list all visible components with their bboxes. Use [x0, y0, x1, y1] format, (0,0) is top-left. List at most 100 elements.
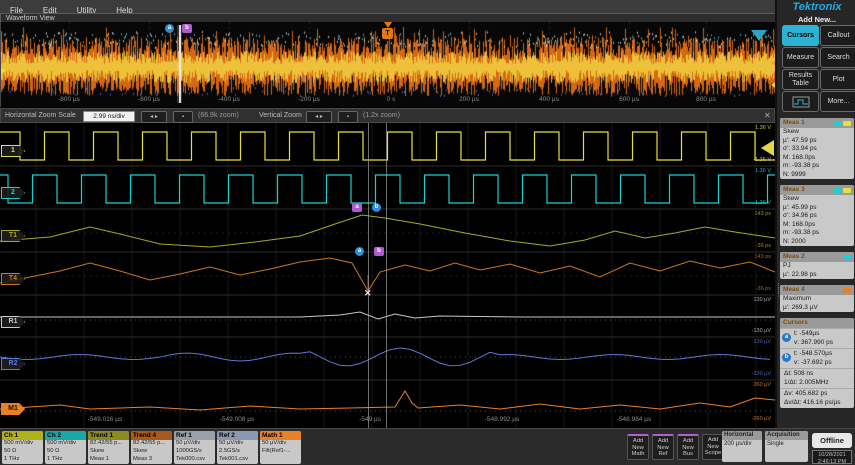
- cursor-readout-line: v: -37.692 ps: [794, 358, 832, 366]
- datetime-display: 10/28/2021 2:46:13 PM: [812, 450, 852, 465]
- meas-badge-3[interactable]: Meas 2 PJ µ': 22.98 ps: [780, 252, 854, 279]
- scale-label-bottom: -130 µV: [751, 371, 771, 377]
- cursor1-a-flag[interactable]: a: [352, 203, 362, 212]
- sidebar-button-callout[interactable]: Callout: [820, 25, 855, 46]
- horizontal-zoom-scale-input[interactable]: 2.99 ns/div: [83, 111, 135, 122]
- meas-source-chip: [833, 187, 841, 193]
- meas-badge-2[interactable]: Meas 3 Skew µ': 45.99 ps σ': 34.96 ps M: 168…: [780, 185, 854, 246]
- badge-setting-line: Filt(Ref1-...: [262, 447, 291, 454]
- meas-value-line: Skew: [783, 128, 799, 135]
- cursor-b-icon: b: [782, 353, 791, 362]
- badge-ch-1[interactable]: Ch 1 500 mV/div 50 Ω1 THz: [2, 431, 43, 464]
- badge-setting-line: Meas 3: [133, 455, 153, 462]
- sidebar-button-more-[interactable]: More...: [820, 91, 855, 112]
- main-axis-tick: -549.008 µs: [219, 416, 255, 423]
- add-new-scope-button[interactable]: Add New Scope: [702, 434, 724, 460]
- cursor-b-readout: b t: -548.570µs v: -37.692 ps: [780, 348, 854, 368]
- main-axis-tick: -548.992 µs: [484, 416, 520, 423]
- scale-label-bottom: -1.36 V: [753, 200, 771, 206]
- meas-value-line: µ': 45.99 ps: [783, 203, 817, 211]
- scale-label-top: 260 µV: [753, 382, 771, 388]
- meas-badge-title: Meas 4: [780, 285, 854, 295]
- meas-badge-4[interactable]: Meas 4 Maximum µ': 269.3 µV: [780, 285, 854, 312]
- overview-axis-tick: 600 µs: [619, 96, 639, 103]
- cursors-readout-badge[interactable]: Cursors a t: -549µs v: 367.990 ps b t: -548.5…: [780, 318, 854, 408]
- badge-title: Math 1: [260, 431, 301, 440]
- overview-cursor-b-flag[interactable]: b: [182, 24, 192, 33]
- badge-math-1[interactable]: Math 1 50 µV/div Filt(Ref1-...: [260, 431, 301, 464]
- badge-setting-line: Meas 1: [90, 455, 110, 462]
- add-new-ref-button[interactable]: Add New Ref: [652, 434, 674, 460]
- meas-source-chip: [843, 120, 851, 126]
- cursor2-b-flag[interactable]: b: [374, 247, 384, 256]
- vertical-zoom-factor: (1.2x zoom): [363, 112, 400, 119]
- horizontal-badge[interactable]: Horizontal 200 µs/div: [722, 431, 762, 462]
- meas-value-line: σ': 33.94 ps: [783, 145, 817, 152]
- sidebar-button-plot[interactable]: Plot: [820, 69, 855, 90]
- badge-setting-line: Skew: [133, 447, 148, 454]
- add-new-math-button[interactable]: Add New Math: [627, 434, 649, 460]
- meas-badge-1[interactable]: Meas 1 Skew µ': 47.59 ps σ': 33.94 ps M: 168…: [780, 118, 854, 179]
- main-axis-tick: -549.016 µs: [87, 416, 123, 423]
- badge-setting-line: 50 Ω: [4, 447, 17, 454]
- cursor1-b-flag[interactable]: b: [372, 203, 381, 212]
- waveform-traces: [0, 123, 776, 428]
- add-new-bus-button[interactable]: Add New Bus: [677, 434, 699, 460]
- trigger-marker[interactable]: T: [382, 28, 393, 39]
- badge-ch-2[interactable]: Ch 2 500 mV/div 50 Ω1 THz: [45, 431, 86, 464]
- meas-source-chip: [843, 287, 851, 293]
- badge-trend-4[interactable]: Trend 4 82.42/55 p... Skew Meas 3: [131, 431, 172, 464]
- badge-ref-1[interactable]: Ref 1 50 µV/div 1000GS/s Tek000.csv: [174, 431, 215, 464]
- meas-value-line: PJ: [783, 262, 791, 269]
- cursor-readout-line: t: -549µs: [794, 330, 820, 337]
- ch1-ground-marker-icon: [1, 58, 6, 64]
- overview-axis-tick: -800 µs: [58, 96, 80, 103]
- cursor-delta2-readout: Δv: 405.682 ps Δv/Δt: 416.16 ps/µs: [780, 388, 854, 408]
- sidebar-button-search[interactable]: Search: [820, 47, 855, 68]
- badge-ref-2[interactable]: Ref 2 50 µV/div 2.5GS/s Tek001.csv: [217, 431, 258, 464]
- meas-badge-title: Meas 1: [780, 118, 854, 128]
- badge-setting-line: 500 mV/div: [47, 440, 76, 446]
- zoom-box-line[interactable]: [179, 25, 181, 103]
- horizontal-zoom-factor: (66.9k zoom): [198, 112, 239, 119]
- cursor-readout-line: t: -548.570µs: [794, 350, 833, 357]
- close-zoom-icon[interactable]: ✕: [764, 111, 771, 120]
- overview-axis-tick: -200 µs: [298, 96, 320, 103]
- cursor-delta-line: Δv: 405.682 ps: [784, 390, 828, 397]
- horizontal-zoom-stepper[interactable]: ◂ ▸: [141, 111, 167, 123]
- cursor2-a-flag[interactable]: a: [355, 247, 364, 256]
- sidebar-button-measure[interactable]: Measure: [782, 47, 819, 68]
- vertical-zoom-stepper[interactable]: ◂ ▸: [306, 111, 332, 123]
- acquisition-badge-value: Single: [767, 441, 784, 447]
- sidebar-button-cursors[interactable]: Cursors: [782, 25, 819, 46]
- badge-title: Trend 1: [88, 431, 129, 440]
- offline-button[interactable]: Offline: [812, 433, 852, 448]
- horizontal-badge-value: 200 µs/div: [724, 441, 752, 447]
- vertical-zoom-reset-button[interactable]: ▪: [338, 111, 358, 123]
- meas-value-line: M: 168.0ps: [783, 220, 816, 228]
- badge-setting-line: Tek000.csv: [176, 455, 205, 462]
- badge-setting-line: 1000GS/s: [176, 447, 202, 454]
- meas-value-line: µ': 269.3 µV: [783, 303, 818, 311]
- overview-axis-tick: 0 s: [386, 96, 396, 103]
- sidebar-drag-handle[interactable]: ⋮⋮⋮: [775, 283, 782, 315]
- filter-funnel-icon[interactable]: [751, 30, 767, 41]
- record-overview-plot[interactable]: a b T -800 µs -600 µs -400 µs -200 µs 0 s 200…: [0, 22, 777, 107]
- cursor-a-readout: a t: -549µs v: 367.990 ps: [780, 328, 854, 348]
- scale-label-top: 143 ps: [754, 254, 771, 260]
- acquisition-badge-title: Acquisition: [765, 431, 808, 440]
- zoomed-waveform-view[interactable]: a b a b ✕ 1 1.36 V -1.36 V 2 1.36 V -1.36 V T1…: [0, 123, 776, 428]
- overview-axis-tick: -400 µs: [218, 96, 240, 103]
- meas-value-line: µ': 47.59 ps: [783, 136, 817, 144]
- horizontal-zoom-reset-button[interactable]: ▪: [173, 111, 193, 123]
- badge-setting-line: Tek001.csv: [219, 455, 248, 462]
- overview-axis-tick: -600 µs: [138, 96, 160, 103]
- trigger-level-arrow-icon[interactable]: [761, 140, 774, 156]
- right-sidebar: Tektronix Add New... Cursors Callout Measu…: [775, 0, 855, 428]
- badge-trend-1[interactable]: Trend 1 82.42/55 p... Skew Meas 1: [88, 431, 129, 464]
- overview-cursor-a-flag[interactable]: a: [165, 24, 174, 33]
- acquisition-badge[interactable]: Acquisition Single: [765, 431, 808, 462]
- vertical-zoom-label: Vertical Zoom: [259, 112, 302, 119]
- sidebar-button-results-table[interactable]: Results Table: [782, 69, 819, 90]
- scope-thumbnail-icon[interactable]: [782, 91, 819, 112]
